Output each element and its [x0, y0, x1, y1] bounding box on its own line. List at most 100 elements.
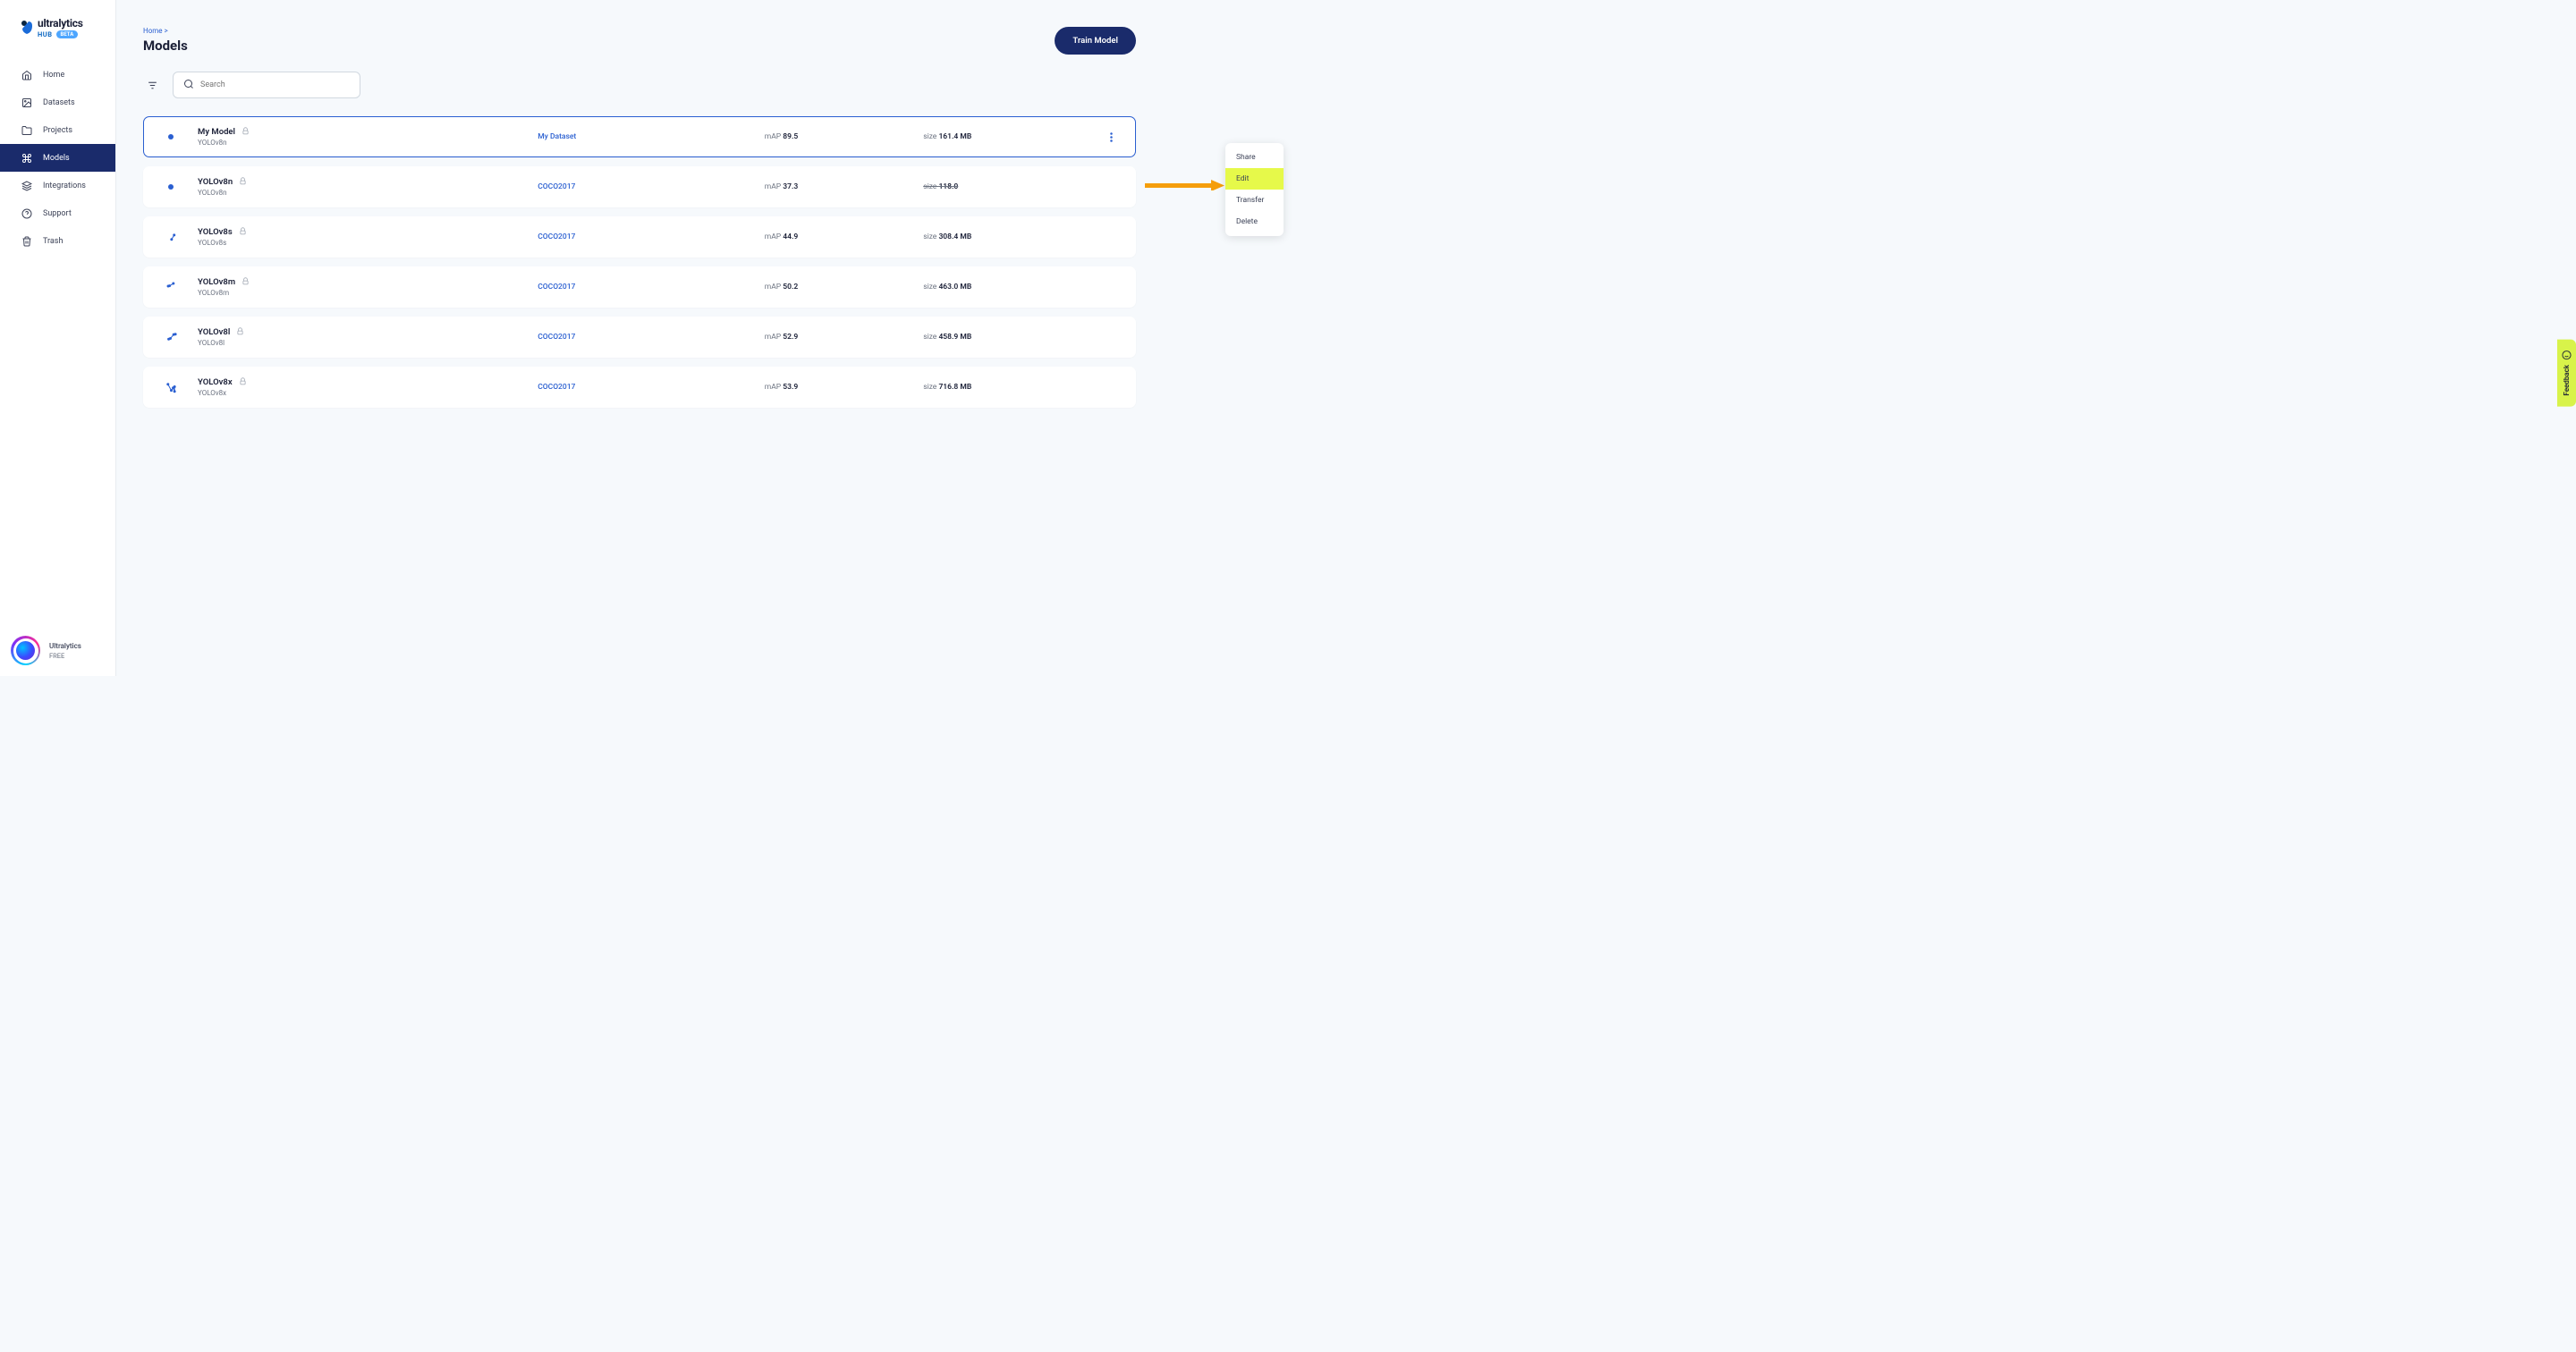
- model-dataset[interactable]: COCO2017: [538, 182, 765, 191]
- sidebar: ultralytics HUB BETA Home Datasets Proje…: [0, 0, 116, 676]
- context-menu-item-share[interactable]: Share: [1225, 147, 1284, 168]
- model-dataset[interactable]: My Dataset: [538, 132, 765, 141]
- filter-button[interactable]: [143, 76, 161, 94]
- model-row[interactable]: YOLOv8s YOLOv8s COCO2017 mAP 44.9 size 3…: [143, 216, 1136, 258]
- trash-icon: [21, 235, 32, 247]
- model-arch: YOLOv8s: [198, 239, 538, 247]
- context-menu-item-edit[interactable]: Edit: [1225, 168, 1284, 190]
- model-size: size 458.9 MB: [923, 333, 1105, 342]
- context-menu-item-transfer[interactable]: Transfer: [1225, 190, 1284, 211]
- command-icon: [21, 152, 32, 164]
- train-model-button[interactable]: Train Model: [1055, 27, 1136, 55]
- lock-icon: [236, 327, 244, 337]
- sidebar-item-label: Projects: [43, 126, 72, 135]
- model-row[interactable]: YOLOv8x YOLOv8x COCO2017 mAP 53.9 size 7…: [143, 367, 1136, 408]
- brand-name: ultralytics: [38, 17, 83, 30]
- model-row[interactable]: YOLOv8n YOLOv8n COCO2017 mAP 37.3 size 1…: [143, 166, 1136, 207]
- model-row[interactable]: YOLOv8l YOLOv8l COCO2017 mAP 52.9 size 4…: [143, 317, 1136, 358]
- home-icon: [21, 69, 32, 80]
- lock-icon: [239, 377, 247, 387]
- sidebar-item-models[interactable]: Models: [0, 144, 115, 172]
- model-size: size 308.4 MB: [923, 232, 1105, 241]
- sidebar-item-home[interactable]: Home: [0, 61, 115, 89]
- breadcrumb-sep: >: [165, 27, 168, 35]
- search-icon: [183, 79, 194, 91]
- more-button[interactable]: [1105, 131, 1118, 144]
- model-dataset[interactable]: COCO2017: [538, 283, 765, 292]
- model-name-col: YOLOv8m YOLOv8m: [198, 277, 538, 297]
- brand-sub: HUB: [38, 30, 53, 38]
- sidebar-item-trash[interactable]: Trash: [0, 227, 115, 255]
- model-name: YOLOv8m: [198, 277, 235, 287]
- sidebar-item-projects[interactable]: Projects: [0, 116, 115, 144]
- model-dataset[interactable]: COCO2017: [538, 383, 765, 392]
- context-menu-item-delete[interactable]: Delete: [1225, 211, 1284, 232]
- main-content: Home > Models Train Model My Model YOLOv…: [116, 0, 1288, 676]
- breadcrumb[interactable]: Home >: [143, 27, 188, 35]
- lock-icon: [239, 177, 247, 187]
- user-plan: FREE: [49, 652, 81, 660]
- sidebar-item-label: Models: [43, 154, 70, 163]
- user-meta: Ultralytics FREE: [49, 642, 81, 660]
- model-arch: YOLOv8n: [198, 189, 538, 197]
- model-map: mAP 89.5: [765, 132, 923, 141]
- sidebar-item-integrations[interactable]: Integrations: [0, 172, 115, 199]
- sidebar-item-label: Datasets: [43, 98, 75, 107]
- model-arch: YOLOv8n: [198, 139, 538, 147]
- model-name-col: YOLOv8x YOLOv8x: [198, 377, 538, 397]
- avatar: [11, 636, 40, 665]
- page-header: Home > Models Train Model: [143, 27, 1136, 55]
- model-dataset[interactable]: COCO2017: [538, 232, 765, 241]
- lock-icon: [239, 227, 247, 237]
- model-icon: [161, 127, 181, 147]
- breadcrumb-home[interactable]: Home: [143, 27, 163, 35]
- model-arch: YOLOv8l: [198, 339, 538, 347]
- model-size: size 161.4 MB: [923, 132, 1105, 141]
- model-icon: [161, 227, 181, 247]
- sidebar-item-label: Support: [43, 209, 72, 218]
- model-icon: [161, 377, 181, 397]
- model-icon: [161, 277, 181, 297]
- model-name: YOLOv8s: [198, 227, 233, 237]
- logo[interactable]: ultralytics HUB BETA: [21, 17, 97, 38]
- folder-icon: [21, 124, 32, 136]
- search-input[interactable]: [200, 80, 350, 89]
- feedback-tab[interactable]: Feedback: [2557, 340, 2576, 407]
- model-map: mAP 37.3: [765, 182, 923, 191]
- logo-text: ultralytics HUB BETA: [38, 17, 83, 38]
- model-name-col: YOLOv8s YOLOv8s: [198, 227, 538, 247]
- model-size: size 716.8 MB: [923, 383, 1105, 392]
- model-name-col: My Model YOLOv8n: [198, 127, 538, 147]
- model-name: YOLOv8x: [198, 377, 233, 387]
- sidebar-item-datasets[interactable]: Datasets: [0, 89, 115, 116]
- model-row[interactable]: YOLOv8m YOLOv8m COCO2017 mAP 50.2 size 4…: [143, 266, 1136, 308]
- lock-icon: [242, 277, 250, 287]
- model-icon: [161, 327, 181, 347]
- model-arch: YOLOv8x: [198, 389, 538, 397]
- model-name: My Model: [198, 127, 235, 137]
- page-title: Models: [143, 38, 188, 54]
- model-name-col: YOLOv8n YOLOv8n: [198, 177, 538, 197]
- search-box[interactable]: [173, 72, 360, 98]
- sidebar-item-label: Home: [43, 71, 64, 80]
- model-name-col: YOLOv8l YOLOv8l: [198, 327, 538, 347]
- model-map: mAP 52.9: [765, 333, 923, 342]
- feedback-label: Feedback: [2563, 365, 2571, 396]
- model-map: mAP 53.9: [765, 383, 923, 392]
- model-dataset[interactable]: COCO2017: [538, 333, 765, 342]
- layers-icon: [21, 180, 32, 191]
- context-menu: ShareEditTransferDelete: [1225, 143, 1284, 236]
- lock-icon: [242, 127, 250, 137]
- help-icon: [21, 207, 32, 219]
- sidebar-item-label: Integrations: [43, 182, 86, 190]
- model-row[interactable]: My Model YOLOv8n My Dataset mAP 89.5 siz…: [143, 116, 1136, 157]
- logo-mark-icon: [21, 20, 33, 36]
- model-size: size 118.0: [923, 182, 1105, 191]
- image-icon: [21, 97, 32, 108]
- sidebar-footer[interactable]: Ultralytics FREE: [0, 625, 115, 676]
- sidebar-nav: Home Datasets Projects Models Integratio…: [0, 61, 115, 255]
- model-name: YOLOv8l: [198, 327, 230, 337]
- model-size: size 463.0 MB: [923, 283, 1105, 292]
- controls-row: [143, 72, 1136, 98]
- sidebar-item-support[interactable]: Support: [0, 199, 115, 227]
